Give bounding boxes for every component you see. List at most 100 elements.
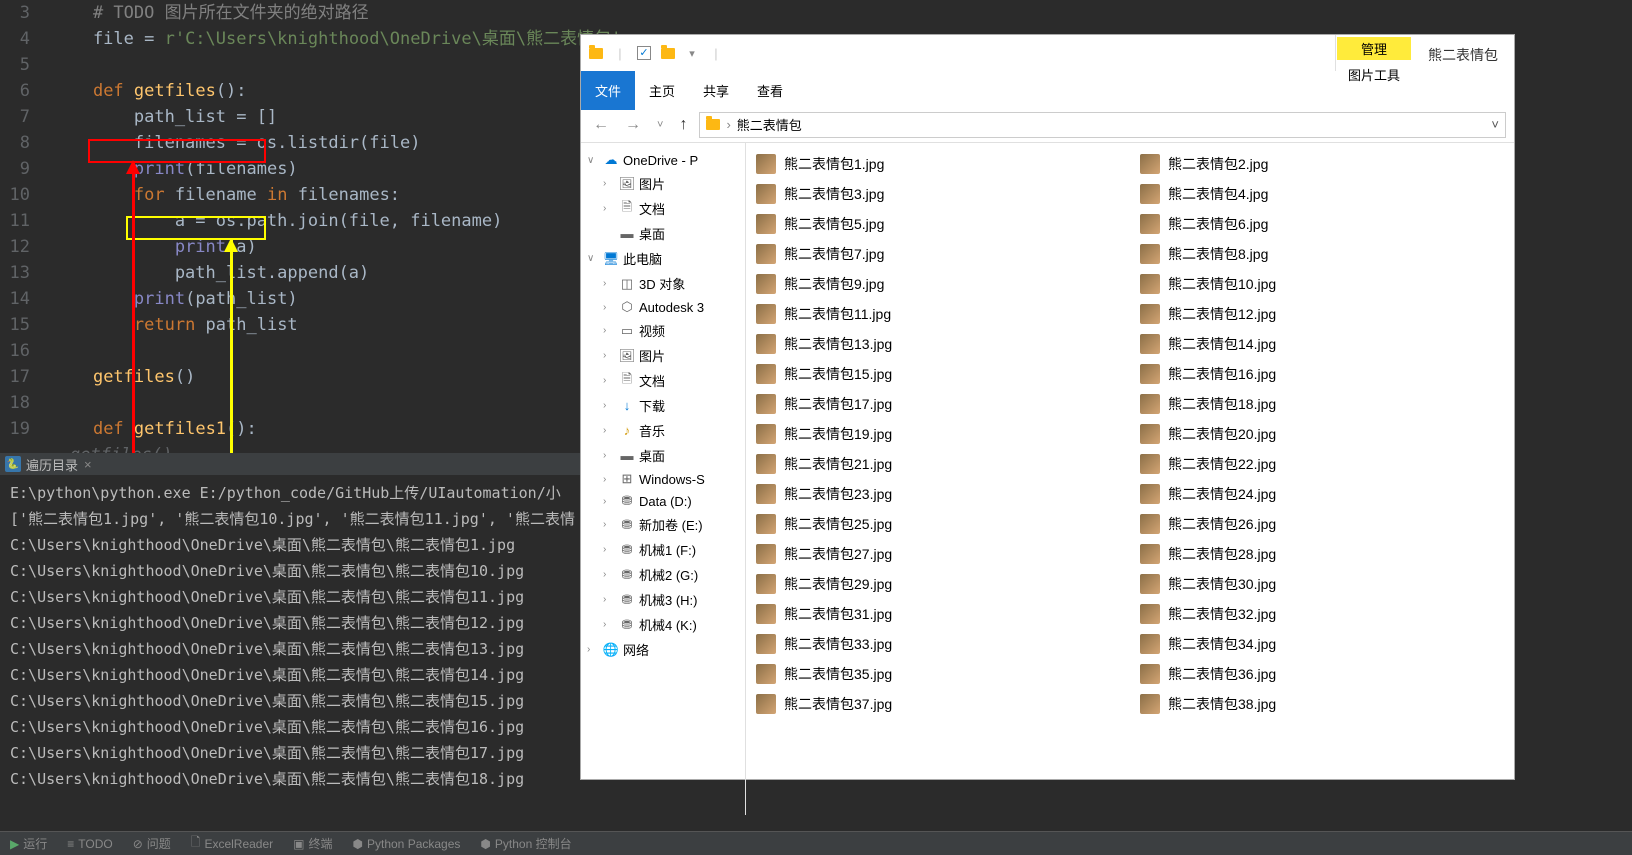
file-item[interactable]: 熊二表情包3.jpg [746, 179, 1130, 209]
checkbox-icon[interactable] [635, 44, 653, 62]
code-line[interactable]: 4 file = r'C:\Users\knighthood\OneDrive\… [0, 26, 580, 52]
tree-item[interactable]: ›⊞Windows-S [581, 468, 745, 490]
todo-panel[interactable]: ≡ TODO [67, 837, 112, 851]
tree-item[interactable]: ›🗎文档 [581, 196, 745, 221]
code-line[interactable]: 13 path_list.append(a) [0, 260, 580, 286]
code-editor[interactable]: 3 # TODO 图片所在文件夹的绝对路径4 file = r'C:\Users… [0, 0, 580, 453]
file-item[interactable]: 熊二表情包33.jpg [746, 629, 1130, 659]
file-pane[interactable]: 熊二表情包1.jpg熊二表情包3.jpg熊二表情包5.jpg熊二表情包7.jpg… [746, 143, 1514, 815]
breadcrumb-folder[interactable]: 熊二表情包 [737, 115, 802, 134]
python-console-panel[interactable]: ⬢ Python 控制台 [480, 835, 571, 852]
tree-item[interactable]: ▬桌面 [581, 221, 745, 246]
file-item[interactable]: 熊二表情包27.jpg [746, 539, 1130, 569]
file-item[interactable]: 熊二表情包14.jpg [1130, 329, 1514, 359]
tree-item[interactable]: ›⛃机械1 (F:) [581, 537, 745, 562]
code-line[interactable]: 18 [0, 390, 580, 416]
ribbon-tab-file[interactable]: 文件 [581, 71, 635, 110]
tree-item[interactable]: ›◫3D 对象 [581, 271, 745, 296]
file-item[interactable]: 熊二表情包1.jpg [746, 149, 1130, 179]
code-line[interactable]: 12 print(a) [0, 234, 580, 260]
file-item[interactable]: 熊二表情包28.jpg [1130, 539, 1514, 569]
tree-item[interactable]: ›♪音乐 [581, 418, 745, 443]
tab-name[interactable]: 遍历目录 [26, 455, 78, 474]
tree-item[interactable]: ›⛃机械3 (H:) [581, 587, 745, 612]
file-item[interactable]: 熊二表情包32.jpg [1130, 599, 1514, 629]
tree-item[interactable]: ›↓下载 [581, 393, 745, 418]
file-item[interactable]: 熊二表情包17.jpg [746, 389, 1130, 419]
ribbon-tab-home[interactable]: 主页 [635, 71, 689, 110]
tree-item[interactable]: ›🖼图片 [581, 343, 745, 368]
file-item[interactable]: 熊二表情包31.jpg [746, 599, 1130, 629]
file-item[interactable]: 熊二表情包10.jpg [1130, 269, 1514, 299]
code-line[interactable]: 9 print(filenames) [0, 156, 580, 182]
file-item[interactable]: 熊二表情包12.jpg [1130, 299, 1514, 329]
file-item[interactable]: 熊二表情包9.jpg [746, 269, 1130, 299]
code-line[interactable]: 7 path_list = [] [0, 104, 580, 130]
file-item[interactable]: 熊二表情包29.jpg [746, 569, 1130, 599]
code-line[interactable]: 14 print(path_list) [0, 286, 580, 312]
code-line[interactable]: 10 for filename in filenames: [0, 182, 580, 208]
tree-item[interactable]: ›⬡Autodesk 3 [581, 296, 745, 318]
qa-dropdown[interactable]: ▾ [683, 44, 701, 62]
console-output[interactable]: E:\python\python.exe E:/python_code/GitH… [0, 475, 580, 790]
file-item[interactable]: 熊二表情包23.jpg [746, 479, 1130, 509]
packages-panel[interactable]: ⬢ Python Packages [353, 837, 461, 851]
file-item[interactable]: 熊二表情包38.jpg [1130, 689, 1514, 719]
tree-item[interactable]: ›🗎文档 [581, 368, 745, 393]
file-item[interactable]: 熊二表情包24.jpg [1130, 479, 1514, 509]
code-line[interactable]: 11 a = os.path.join(file, filename) [0, 208, 580, 234]
file-item[interactable]: 熊二表情包37.jpg [746, 689, 1130, 719]
breadcrumb-dropdown[interactable]: ˅ [1491, 117, 1499, 132]
file-item[interactable]: 熊二表情包34.jpg [1130, 629, 1514, 659]
nav-forward[interactable]: → [621, 116, 645, 134]
ribbon-tab-share[interactable]: 共享 [689, 71, 743, 110]
file-item[interactable]: 熊二表情包15.jpg [746, 359, 1130, 389]
file-item[interactable]: 熊二表情包22.jpg [1130, 449, 1514, 479]
tab-close-button[interactable]: × [84, 457, 92, 472]
tree-item[interactable]: ›🌐网络 [581, 637, 745, 662]
tree-item[interactable]: ›▬桌面 [581, 443, 745, 468]
tree-item[interactable]: ∨☁OneDrive - P [581, 149, 745, 171]
file-item[interactable]: 熊二表情包16.jpg [1130, 359, 1514, 389]
tree-item[interactable]: ›▭视频 [581, 318, 745, 343]
file-item[interactable]: 熊二表情包2.jpg [1130, 149, 1514, 179]
file-item[interactable]: 熊二表情包25.jpg [746, 509, 1130, 539]
file-item[interactable]: 熊二表情包19.jpg [746, 419, 1130, 449]
code-line[interactable]: 5 [0, 52, 580, 78]
tree-item[interactable]: ›⛃机械2 (G:) [581, 562, 745, 587]
terminal-panel[interactable]: ▣ 终端 [293, 835, 332, 852]
code-line[interactable]: 3 # TODO 图片所在文件夹的绝对路径 [0, 0, 580, 26]
code-line[interactable]: 15 return path_list [0, 312, 580, 338]
tree-item[interactable]: ›⛃机械4 (K:) [581, 612, 745, 637]
folder-icon[interactable] [587, 44, 605, 62]
file-item[interactable]: 熊二表情包26.jpg [1130, 509, 1514, 539]
ribbon-tab-manage[interactable]: 管理 [1337, 37, 1411, 60]
problems-panel[interactable]: ⊘ 问题 [133, 835, 171, 852]
file-item[interactable]: 熊二表情包8.jpg [1130, 239, 1514, 269]
file-item[interactable]: 熊二表情包18.jpg [1130, 389, 1514, 419]
file-item[interactable]: 熊二表情包7.jpg [746, 239, 1130, 269]
file-item[interactable]: 熊二表情包11.jpg [746, 299, 1130, 329]
tree-pane[interactable]: ∨☁OneDrive - P›🖼图片›🗎文档▬桌面∨🖥此电脑›◫3D 对象›⬡A… [581, 143, 746, 815]
folder-icon-2[interactable] [659, 44, 677, 62]
code-line[interactable]: 17 getfiles() [0, 364, 580, 390]
ribbon-tab-view[interactable]: 查看 [743, 71, 797, 110]
file-item[interactable]: 熊二表情包36.jpg [1130, 659, 1514, 689]
nav-up[interactable]: ↑ [675, 116, 691, 134]
file-item[interactable]: 熊二表情包35.jpg [746, 659, 1130, 689]
nav-back[interactable]: ← [589, 116, 613, 134]
file-item[interactable]: 熊二表情包20.jpg [1130, 419, 1514, 449]
file-item[interactable]: 熊二表情包21.jpg [746, 449, 1130, 479]
file-item[interactable]: 熊二表情包5.jpg [746, 209, 1130, 239]
ribbon-tab-picture-tools[interactable]: 图片工具 [1336, 60, 1412, 89]
tree-item[interactable]: ›⛃新加卷 (E:) [581, 512, 745, 537]
file-item[interactable]: 熊二表情包4.jpg [1130, 179, 1514, 209]
code-line[interactable]: 19 def getfiles1(): [0, 416, 580, 442]
code-line[interactable]: 6 def getfiles(): [0, 78, 580, 104]
tree-item[interactable]: ∨🖥此电脑 [581, 246, 745, 271]
run-button[interactable]: ▶运行 [10, 835, 47, 852]
file-item[interactable]: 熊二表情包13.jpg [746, 329, 1130, 359]
tree-item[interactable]: ›🖼图片 [581, 171, 745, 196]
tree-item[interactable]: ›⛃Data (D:) [581, 490, 745, 512]
file-item[interactable]: 熊二表情包6.jpg [1130, 209, 1514, 239]
